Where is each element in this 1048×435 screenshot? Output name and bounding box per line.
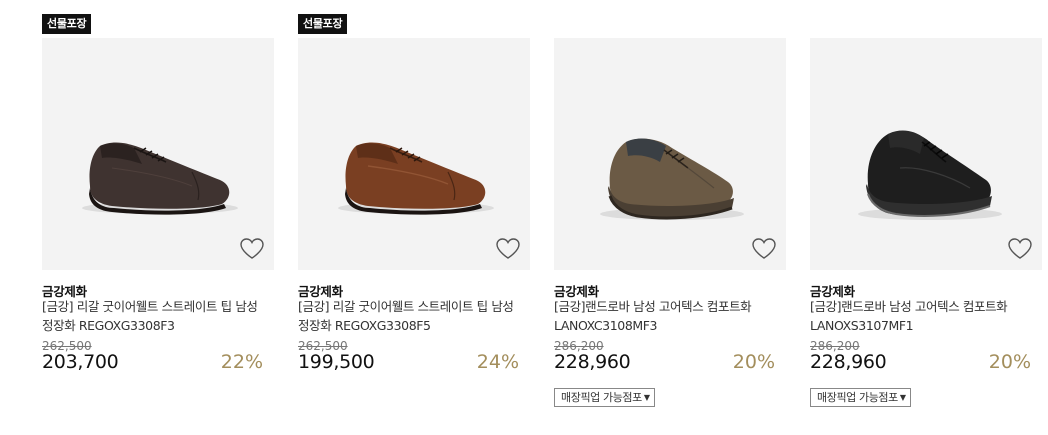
discount-rate: 20%: [988, 351, 1031, 373]
product-card[interactable]: 금강제화 [금강]랜드로바 남성 고어텍스 컴포트화 LANOXC3108MF3…: [554, 0, 786, 435]
sale-price: 228,960: [554, 351, 631, 373]
product-image[interactable]: [554, 38, 786, 270]
heart-outline-icon[interactable]: [1007, 237, 1033, 261]
comfort-shoe-image: [858, 130, 1002, 220]
product-card[interactable]: 선물포장 금강제화 [금강] 리갈 굿이어웰트 스트레이트 팁 남성 정장화 R…: [42, 0, 274, 435]
product-grid: 선물포장 금강제화 [금강] 리갈 굿이어웰트 스트레이트 팁 남성 정장화 R…: [0, 0, 1048, 435]
store-pickup-label: 매장픽업 가능점포: [817, 391, 898, 404]
gift-wrap-badge: 선물포장: [298, 14, 348, 34]
discount-rate: 20%: [732, 351, 775, 373]
product-name[interactable]: [금강] 리갈 굿이어웰트 스트레이트 팁 남성 정장화 REGOXG3308F…: [298, 297, 523, 335]
sale-price: 199,500: [298, 351, 375, 373]
caret-down-icon: ▼: [643, 393, 650, 402]
sale-price: 203,700: [42, 351, 119, 373]
caret-down-icon: ▼: [899, 393, 906, 402]
heart-outline-icon[interactable]: [751, 237, 777, 261]
product-card[interactable]: 선물포장 금강제화 [금강] 리갈 굿이어웰트 스트레이트 팁 남성 정장화 R…: [298, 0, 530, 435]
product-image[interactable]: [42, 38, 274, 270]
sale-price: 228,960: [810, 351, 887, 373]
discount-rate: 22%: [220, 351, 263, 373]
store-pickup-label: 매장픽업 가능점포: [561, 391, 642, 404]
heart-outline-icon[interactable]: [495, 237, 521, 261]
store-pickup-dropdown[interactable]: 매장픽업 가능점포 ▼: [810, 388, 911, 407]
product-name[interactable]: [금강] 리갈 굿이어웰트 스트레이트 팁 남성 정장화 REGOXG3308F…: [42, 297, 267, 335]
store-pickup-dropdown[interactable]: 매장픽업 가능점포 ▼: [554, 388, 655, 407]
gift-wrap-badge: 선물포장: [42, 14, 92, 34]
heart-outline-icon[interactable]: [239, 237, 265, 261]
product-card[interactable]: 금강제화 [금강]랜드로바 남성 고어텍스 컴포트화 LANOXS3107MF1…: [810, 0, 1042, 435]
discount-rate: 24%: [476, 351, 519, 373]
product-name[interactable]: [금강]랜드로바 남성 고어텍스 컴포트화 LANOXS3107MF1: [810, 297, 1035, 335]
comfort-shoe-image: [600, 138, 744, 220]
product-name[interactable]: [금강]랜드로바 남성 고어텍스 컴포트화 LANOXC3108MF3: [554, 297, 779, 335]
oxford-shoe-image: [82, 142, 238, 215]
product-image[interactable]: [810, 38, 1042, 270]
oxford-shoe-image: [338, 142, 494, 215]
product-image[interactable]: [298, 38, 530, 270]
